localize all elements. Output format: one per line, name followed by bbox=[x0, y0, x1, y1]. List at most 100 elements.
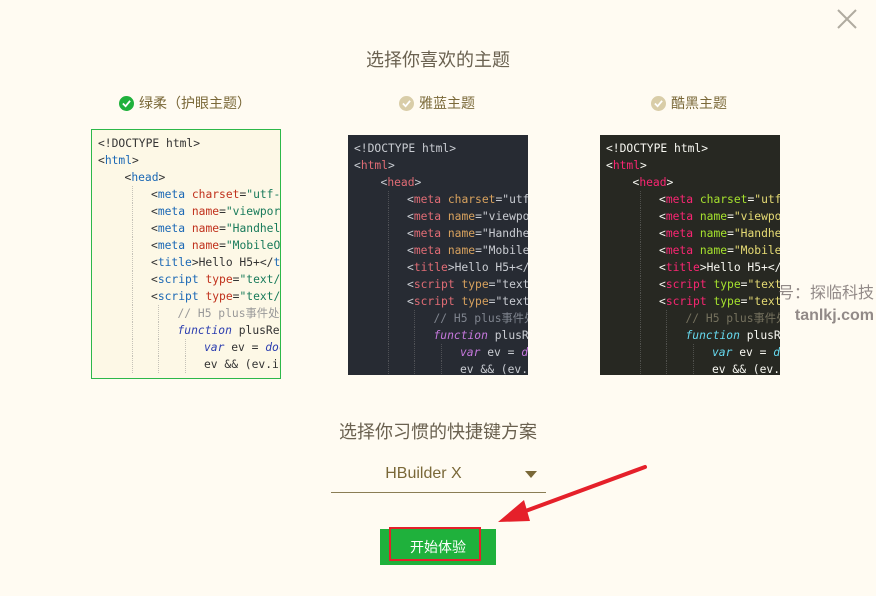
indent-guide bbox=[131, 339, 133, 356]
indent-guide bbox=[131, 271, 133, 288]
code-token: < bbox=[407, 278, 414, 291]
code-token: <!DOCTYPE html> bbox=[98, 137, 201, 150]
indent-guide bbox=[131, 305, 133, 322]
code-token: < bbox=[659, 278, 666, 291]
code-token: title bbox=[413, 261, 448, 274]
code-token: charset bbox=[699, 193, 748, 206]
indent-guide bbox=[158, 356, 159, 373]
code-line: <head> bbox=[98, 169, 280, 186]
theme-preview-dark[interactable]: <!DOCTYPE html> <html> <head> <meta charset… bbox=[600, 135, 780, 375]
code-line: <script type="text/javascript" bbox=[98, 288, 280, 305]
code-token: type bbox=[713, 295, 741, 308]
code-token: script bbox=[665, 295, 707, 308]
indent-guide bbox=[387, 310, 389, 327]
theme-option-dark[interactable]: 酷黑主题 bbox=[651, 93, 727, 113]
indent-guide bbox=[639, 293, 641, 310]
code-line: ev && (ev.innerHTML bbox=[606, 361, 780, 375]
indent-guide bbox=[692, 344, 694, 361]
theme-option-green[interactable]: 绿柔（护眼主题） bbox=[119, 93, 251, 113]
code-token: var bbox=[204, 341, 225, 354]
code-token: plusReady(){ bbox=[494, 329, 528, 342]
code-token: "HandheldFriendly" bbox=[225, 222, 281, 235]
code-token: < bbox=[151, 273, 158, 286]
indent-guide bbox=[131, 322, 133, 339]
code-token: head bbox=[639, 176, 667, 189]
code-line: <html> bbox=[606, 157, 780, 174]
theme-option-blue[interactable]: 雅蓝主题 bbox=[399, 93, 475, 113]
start-button[interactable]: 开始体验 bbox=[380, 529, 496, 565]
code-line: var ev = document bbox=[606, 344, 780, 361]
code-token: < bbox=[407, 261, 414, 274]
indent-guide bbox=[666, 310, 667, 327]
code-line: <meta name="viewport" bbox=[98, 203, 280, 220]
close-icon[interactable] bbox=[836, 8, 858, 30]
code-token: < bbox=[659, 193, 666, 206]
code-line: <html> bbox=[354, 157, 528, 174]
code-token: < bbox=[659, 261, 666, 274]
indent-guide bbox=[387, 361, 389, 375]
theme-title: 选择你喜欢的主题 bbox=[366, 50, 510, 70]
code-token: meta bbox=[413, 193, 442, 206]
code-token: > bbox=[388, 159, 395, 172]
code-token: charset bbox=[191, 188, 240, 201]
indent-guide bbox=[414, 327, 415, 344]
code-token: "text/javascript" bbox=[495, 295, 528, 308]
code-token: script bbox=[157, 273, 199, 286]
code-line: <meta name="viewport" bbox=[606, 208, 780, 225]
code-line: var ev = document bbox=[354, 344, 528, 361]
code-token: < bbox=[659, 244, 666, 257]
code-token: >Hello H5+</ bbox=[191, 256, 274, 269]
code-token: ev && (ev.innerHTML bbox=[204, 358, 280, 371]
indent-guide bbox=[639, 208, 641, 225]
code-line: <title>Hello H5+</title> bbox=[98, 254, 280, 271]
indent-guide bbox=[131, 220, 133, 237]
code-token: plusReady(){ bbox=[746, 329, 780, 342]
code-token: ev && (ev.innerHTML bbox=[460, 363, 528, 375]
code-token: > bbox=[414, 176, 422, 189]
indent-guide bbox=[158, 322, 159, 339]
indent-guide bbox=[639, 191, 641, 208]
indent-guide bbox=[387, 293, 389, 310]
indent-guide bbox=[666, 361, 667, 375]
code-token: = bbox=[475, 210, 482, 223]
code-token: "HandheldFriendly" bbox=[481, 227, 528, 240]
code-token: var bbox=[460, 346, 481, 359]
shortcut-title: 选择你习惯的快捷键方案 bbox=[339, 422, 537, 442]
code-line: <head> bbox=[354, 174, 528, 191]
indent-guide bbox=[414, 310, 415, 327]
code-line: <meta name="HandheldFriendly" bbox=[606, 225, 780, 242]
indent-guide bbox=[692, 361, 694, 375]
code-line: <meta charset="utf-8" bbox=[606, 191, 780, 208]
code-token: meta bbox=[157, 222, 186, 235]
code-token: = bbox=[727, 227, 734, 240]
indent-guide bbox=[639, 361, 641, 375]
code-token: "text/javascript" bbox=[495, 278, 528, 291]
theme-preview-blue[interactable]: <!DOCTYPE html> <html> <head> <meta charset… bbox=[348, 135, 528, 375]
selected-value: HBuilder X bbox=[385, 465, 462, 482]
code-line: <script type="text/javascript" bbox=[98, 271, 280, 288]
code-line: function plusReady(){ bbox=[98, 322, 280, 339]
theme-preview-green[interactable]: <!DOCTYPE html> <html> <head> < meta charset… bbox=[91, 129, 281, 379]
code-token: ev = bbox=[480, 346, 522, 359]
theme-label: 雅蓝主题 bbox=[419, 95, 475, 111]
code-line: <html> bbox=[98, 152, 280, 169]
code-line: // H5 plus事件处理 bbox=[98, 305, 280, 322]
code-token: var bbox=[712, 346, 733, 359]
code-token: <!DOCTYPE html> bbox=[354, 142, 457, 155]
code-token: name bbox=[447, 227, 476, 240]
indent-guide bbox=[440, 344, 442, 361]
code-token: < bbox=[151, 239, 158, 252]
code-token: type bbox=[461, 295, 489, 308]
indent-guide bbox=[639, 259, 641, 276]
code-token: < bbox=[659, 295, 666, 308]
check-icon bbox=[651, 95, 666, 111]
